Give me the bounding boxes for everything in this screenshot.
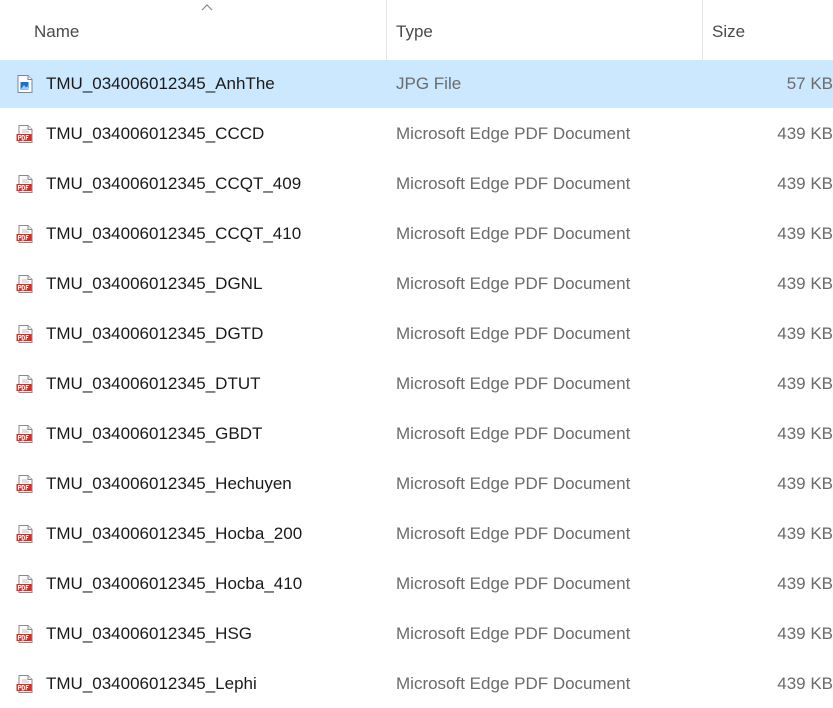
file-size: 439 KB — [777, 524, 833, 543]
file-row[interactable]: TMU_034006012345_CCQT_409 Microsoft Edge … — [0, 160, 833, 208]
file-size: 439 KB — [777, 574, 833, 593]
file-type: Microsoft Edge PDF Document — [396, 524, 631, 543]
pdf-file-icon — [16, 125, 33, 143]
file-row[interactable]: TMU_034006012345_CCQT_410 Microsoft Edge … — [0, 210, 833, 258]
file-row[interactable]: TMU_034006012345_Hocba_200 Microsoft Edge… — [0, 510, 833, 558]
file-type: Microsoft Edge PDF Document — [396, 474, 631, 493]
pdf-file-icon — [16, 325, 33, 343]
file-row[interactable]: TMU_034006012345_DGNL Microsoft Edge PDF … — [0, 260, 833, 308]
file-name: TMU_034006012345_DGNL — [46, 274, 263, 293]
column-divider[interactable] — [702, 0, 703, 60]
file-type: Microsoft Edge PDF Document — [396, 324, 631, 343]
file-type: Microsoft Edge PDF Document — [396, 624, 631, 643]
file-type: JPG File — [396, 74, 462, 93]
pdf-file-icon — [16, 425, 33, 443]
file-size: 439 KB — [777, 324, 833, 343]
file-row[interactable]: TMU_034006012345_DTUT Microsoft Edge PDF … — [0, 360, 833, 408]
file-name: TMU_034006012345_GBDT — [46, 424, 263, 443]
pdf-file-icon — [16, 525, 33, 543]
column-header-size[interactable]: Size — [712, 0, 833, 60]
file-row[interactable]: TMU_034006012345_Hocba_410 Microsoft Edge… — [0, 560, 833, 608]
pdf-file-icon — [16, 225, 33, 243]
pdf-file-icon — [16, 575, 33, 593]
file-name: TMU_034006012345_HSG — [46, 624, 253, 643]
column-header-type[interactable]: Type — [396, 0, 696, 60]
file-row[interactable]: TMU_034006012345_GBDT Microsoft Edge PDF … — [0, 410, 833, 458]
file-size: 439 KB — [777, 424, 833, 443]
file-name: TMU_034006012345_CCCD — [46, 124, 265, 143]
column-header-name[interactable]: Name — [34, 0, 380, 60]
file-size: 439 KB — [777, 624, 833, 643]
file-size: 439 KB — [777, 224, 833, 243]
file-type: Microsoft Edge PDF Document — [396, 174, 631, 193]
file-size: 439 KB — [777, 374, 833, 393]
file-name: TMU_034006012345_DGTD — [46, 324, 264, 343]
file-size: 439 KB — [777, 474, 833, 493]
file-row[interactable]: TMU_034006012345_Lephi Microsoft Edge PDF… — [0, 660, 833, 708]
file-name: TMU_034006012345_DTUT — [46, 374, 261, 393]
file-name: TMU_034006012345_Hocba_200 — [46, 524, 303, 543]
file-type: Microsoft Edge PDF Document — [396, 574, 631, 593]
file-name: TMU_034006012345_AnhThe — [46, 74, 275, 93]
file-size: 439 KB — [777, 124, 833, 143]
file-row[interactable]: TMU_034006012345_CCCD Microsoft Edge PDF … — [0, 110, 833, 158]
file-size: 57 KB — [786, 74, 833, 93]
file-type: Microsoft Edge PDF Document — [396, 424, 631, 443]
file-name: TMU_034006012345_CCQT_410 — [46, 224, 302, 243]
file-row[interactable]: TMU_034006012345_Hechuyen Microsoft Edge … — [0, 460, 833, 508]
file-name: TMU_034006012345_Hechuyen — [46, 474, 292, 493]
file-size: 439 KB — [777, 674, 833, 693]
file-name: TMU_034006012345_Lephi — [46, 674, 257, 693]
file-type: Microsoft Edge PDF Document — [396, 224, 631, 243]
file-type: Microsoft Edge PDF Document — [396, 374, 631, 393]
pdf-file-icon — [16, 475, 33, 493]
file-type: Microsoft Edge PDF Document — [396, 124, 631, 143]
file-row[interactable]: TMU_034006012345_HSG Microsoft Edge PDF D… — [0, 610, 833, 658]
pdf-file-icon — [16, 675, 33, 693]
file-name: TMU_034006012345_Hocba_410 — [46, 574, 303, 593]
file-name: TMU_034006012345_CCQT_409 — [46, 174, 302, 193]
column-divider[interactable] — [386, 0, 387, 60]
pdf-file-icon — [16, 175, 33, 193]
file-type: Microsoft Edge PDF Document — [396, 674, 631, 693]
pdf-file-icon — [16, 275, 33, 293]
file-row[interactable]: TMU_034006012345_DGTD Microsoft Edge PDF … — [0, 310, 833, 358]
pdf-file-icon — [16, 375, 33, 393]
file-size: 439 KB — [777, 274, 833, 293]
image-file-icon — [17, 75, 33, 93]
file-size: 439 KB — [777, 174, 833, 193]
pdf-file-icon — [16, 625, 33, 643]
column-header-bar: Name Type Size — [0, 0, 833, 60]
file-type: Microsoft Edge PDF Document — [396, 274, 631, 293]
file-row[interactable]: TMU_034006012345_AnhThe JPG File 57 KB — [0, 60, 833, 108]
